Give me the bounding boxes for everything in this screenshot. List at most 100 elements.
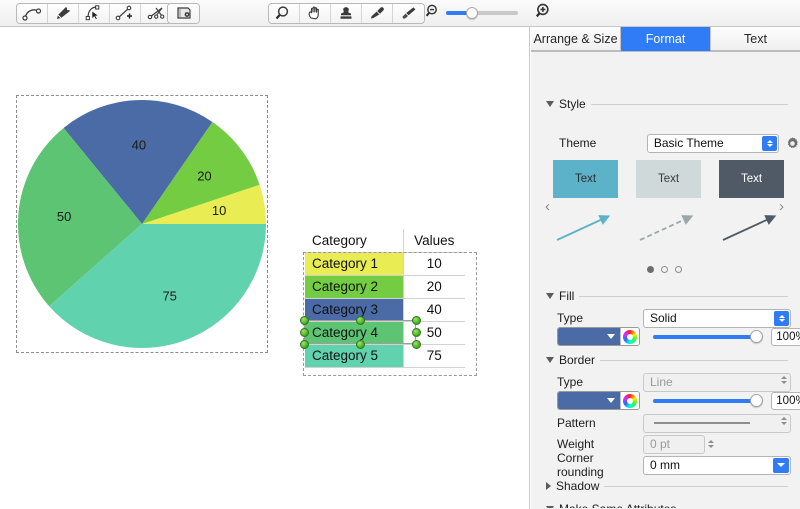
fill-opacity-value[interactable]: 100% (771, 327, 800, 346)
zoom-tool[interactable] (269, 3, 300, 23)
selection-handle[interactable] (300, 316, 309, 325)
chevron-right-icon[interactable]: › (779, 198, 784, 215)
table-row[interactable]: Category 2 20 (305, 274, 465, 299)
table-cell-value[interactable]: 10 (402, 251, 465, 276)
disclosure-triangle-style-icon[interactable] (546, 101, 554, 107)
data-table-object[interactable]: Category Values Category 1 10 Category 2 20… (305, 229, 465, 368)
selection-handle[interactable] (300, 327, 309, 337)
curve-tool[interactable] (17, 3, 48, 23)
table-cell-category[interactable]: Category 2 (305, 274, 404, 299)
border-opacity-value[interactable]: 100% (771, 391, 800, 410)
carousel-dot[interactable] (675, 266, 682, 273)
zoom-slider[interactable] (446, 7, 518, 19)
border-weight-field[interactable]: 0 pt (643, 434, 705, 454)
data-table[interactable]: Category Values Category 1 10 Category 2 20… (305, 229, 465, 368)
fill-color-wheel-button[interactable] (620, 328, 639, 345)
chevron-down-icon (607, 398, 615, 403)
selection-handle[interactable] (412, 316, 421, 325)
border-color-wheel-button[interactable] (620, 392, 639, 409)
style-swatch-card[interactable]: Text (719, 160, 784, 198)
fill-type-row: Type Solid (531, 307, 800, 329)
border-opacity-knob[interactable] (750, 393, 763, 407)
carousel-dot[interactable] (661, 266, 668, 273)
table-row[interactable]: Category 1 10 (305, 251, 465, 276)
corner-rounding-select[interactable]: 0 mm (643, 455, 791, 475)
fill-type-value: Solid (650, 311, 677, 325)
section-shadow[interactable]: Shadow (531, 477, 800, 495)
chevron-down-icon[interactable] (773, 457, 789, 473)
zoom-slider-knob[interactable] (466, 7, 478, 19)
node-select-tool[interactable] (79, 3, 110, 23)
eyedropper-tool[interactable] (362, 3, 393, 23)
section-make-same-attributes[interactable]: Make Same Attributes (531, 500, 800, 508)
border-type-stepper-icon[interactable] (781, 375, 787, 384)
tab-text[interactable]: Text (711, 27, 800, 51)
style-swatch-card[interactable]: Text (636, 160, 701, 198)
border-pattern-select[interactable] (643, 413, 791, 433)
add-node-tool[interactable] (110, 3, 141, 23)
table-cell-category[interactable]: Category 3 (305, 297, 404, 322)
border-color-swatch[interactable] (558, 392, 620, 409)
paintbrush-tool[interactable] (393, 3, 424, 23)
table-cell-category[interactable]: Category 4 (305, 320, 404, 345)
chevron-left-icon[interactable]: ‹ (545, 198, 550, 215)
section-rule (579, 295, 788, 297)
view-tool-group (268, 2, 425, 24)
disclosure-triangle-make-same-icon[interactable] (546, 506, 554, 508)
style-arrow-preview[interactable] (553, 210, 618, 244)
fill-color-well[interactable] (557, 327, 640, 346)
border-type-select[interactable]: Line (643, 372, 791, 392)
zoom-in-icon[interactable] (535, 2, 553, 25)
border-color-row: 100% (557, 391, 800, 410)
table-row[interactable]: Category 3 40 (305, 297, 465, 322)
tab-arrange-size[interactable]: Arrange & Size (531, 27, 621, 51)
selection-handle[interactable] (412, 339, 421, 349)
selection-handle[interactable] (356, 316, 365, 325)
style-arrow-preview[interactable] (636, 210, 701, 244)
pie-chart-object[interactable]: 10 20 40 50 75 (16, 95, 268, 353)
section-border[interactable]: Border (531, 351, 800, 369)
theme-select-stepper-icon[interactable] (762, 135, 777, 151)
table-row[interactable]: Category 4 50 (305, 320, 465, 345)
fill-color-swatch[interactable] (558, 328, 620, 345)
selection-handle[interactable] (300, 339, 309, 349)
corner-rounding-label: Corner rounding (557, 451, 604, 479)
section-style-label: Style (559, 97, 586, 111)
tab-format[interactable]: Format (621, 27, 711, 51)
fill-type-stepper-icon[interactable] (774, 310, 789, 326)
table-row[interactable]: Category 5 75 (305, 343, 465, 368)
table-cell-category[interactable]: Category 1 (305, 251, 404, 276)
carousel-dot[interactable] (647, 266, 654, 273)
border-pattern-stepper-icon[interactable] (781, 416, 787, 425)
style-arrow-preview[interactable] (719, 210, 784, 244)
fill-type-select[interactable]: Solid (643, 308, 791, 328)
hand-tool[interactable] (300, 3, 331, 23)
pen-tool[interactable] (48, 3, 79, 23)
carousel-page-dots[interactable] (647, 266, 682, 273)
table-cell-value[interactable]: 20 (402, 274, 465, 299)
selection-handle[interactable] (412, 327, 421, 337)
disclosure-triangle-border-icon[interactable] (546, 357, 554, 363)
style-swatch-card[interactable]: Text (553, 160, 618, 198)
fill-opacity-knob[interactable] (750, 329, 763, 343)
zoom-out-icon[interactable] (425, 3, 441, 24)
border-color-well[interactable] (557, 391, 640, 410)
gear-icon[interactable] (785, 136, 800, 151)
section-fill[interactable]: Fill (531, 287, 800, 305)
theme-select[interactable]: Basic Theme (646, 133, 779, 153)
theme-label: Theme (559, 136, 597, 150)
stamp-tool[interactable] (331, 3, 362, 23)
fill-type-label: Type (557, 311, 584, 325)
border-weight-label: Weight (557, 437, 595, 451)
zoom-slider-control[interactable] (425, 3, 518, 24)
section-style[interactable]: Style (531, 95, 800, 113)
shape-edit-tool[interactable] (168, 3, 199, 23)
disclosure-triangle-shadow-icon[interactable] (546, 482, 551, 490)
border-opacity-slider[interactable] (653, 393, 763, 407)
drawing-canvas[interactable]: 10 20 40 50 75 Category Values Category 1 10 C… (0, 27, 530, 509)
disclosure-triangle-fill-icon[interactable] (546, 293, 554, 299)
selection-handle[interactable] (356, 339, 365, 349)
fill-opacity-slider[interactable] (653, 329, 763, 343)
table-cell-category[interactable]: Category 5 (305, 343, 404, 368)
border-weight-stepper-icon[interactable] (708, 440, 714, 448)
